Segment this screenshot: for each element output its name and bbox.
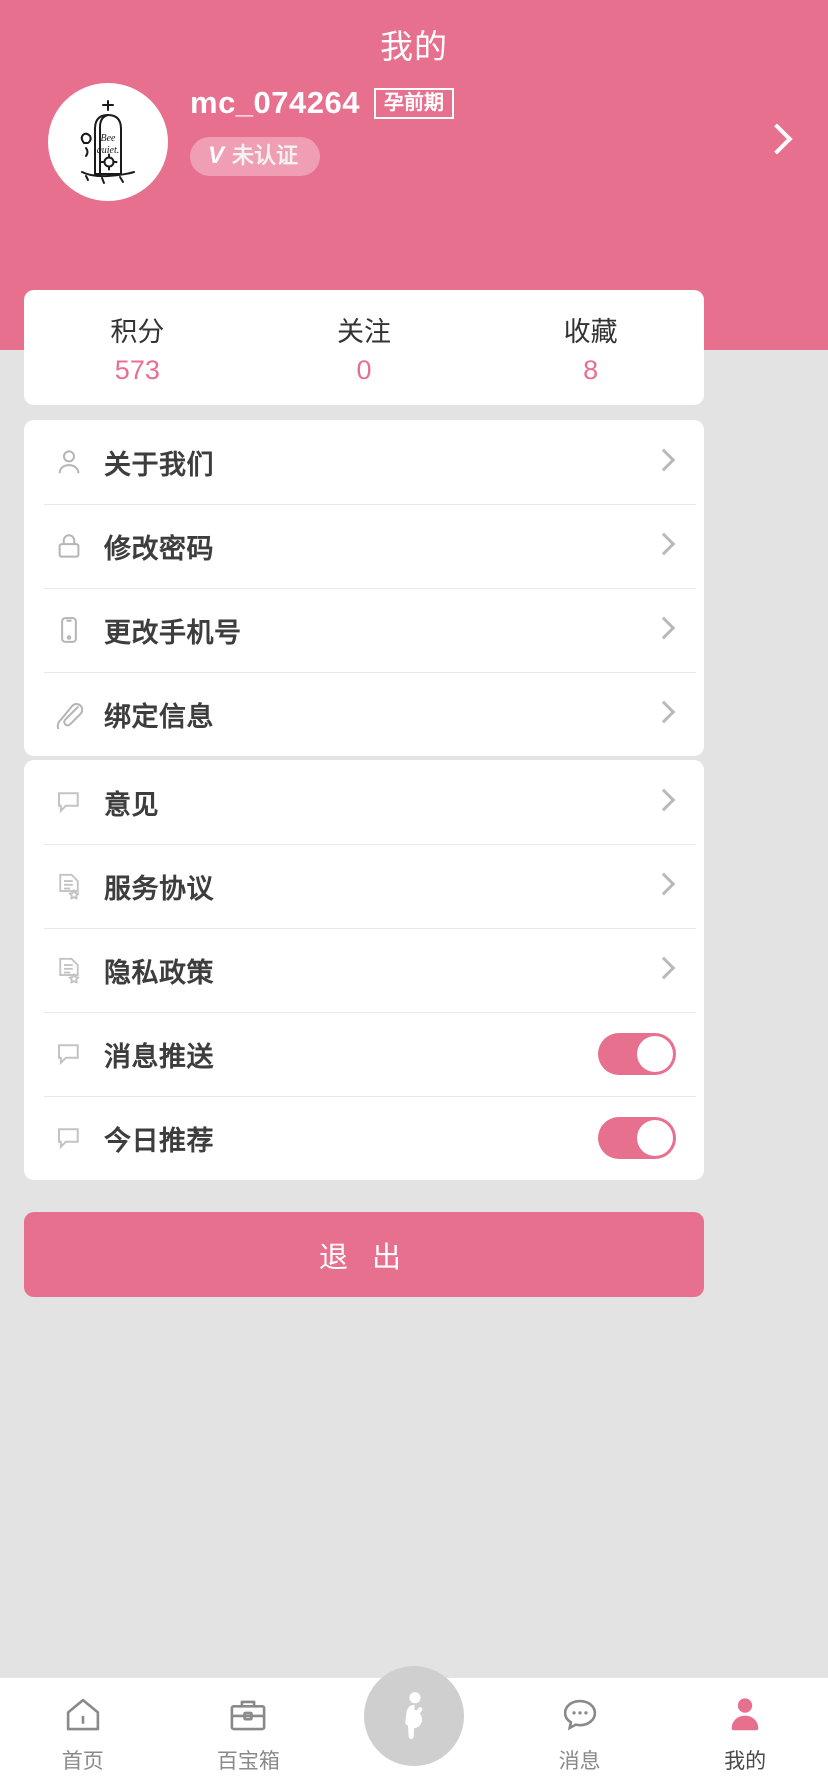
home-icon <box>62 1692 104 1738</box>
pregnant-woman-icon <box>363 1666 464 1766</box>
stat-value: 573 <box>114 354 160 385</box>
profile-summary[interactable]: Bee quiet. mc_074264 孕前期 V 未认证 <box>0 83 828 201</box>
stat-following[interactable]: 关注 0 <box>251 290 478 405</box>
toggle-knob <box>637 1120 673 1156</box>
menu-item-about-us[interactable]: 关于我们 <box>24 420 704 504</box>
document-star-icon <box>52 869 86 903</box>
account-menu-group: 关于我们 修改密码 更改手机号 绑定信息 <box>24 420 704 756</box>
phone-icon <box>52 613 86 647</box>
avatar[interactable]: Bee quiet. <box>48 83 168 201</box>
pregnancy-stage-badge: 孕前期 <box>374 87 454 119</box>
stat-favorites[interactable]: 收藏 8 <box>477 290 704 405</box>
stat-label: 收藏 <box>563 316 618 347</box>
menu-item-label: 绑定信息 <box>104 701 214 732</box>
stat-label: 积分 <box>110 316 165 347</box>
stat-points[interactable]: 积分 573 <box>24 290 251 405</box>
menu-item-change-phone[interactable]: 更改手机号 <box>24 588 704 672</box>
chat-bubble-icon <box>52 785 86 819</box>
user-profile-icon <box>724 1692 766 1738</box>
menu-item-binding-info[interactable]: 绑定信息 <box>24 672 704 756</box>
tab-messages[interactable]: 消息 <box>497 1678 663 1792</box>
menu-item-service-agreement[interactable]: 服务协议 <box>24 844 704 928</box>
menu-item-label: 关于我们 <box>104 449 214 480</box>
chevron-right-icon <box>652 532 676 556</box>
tab-label: 百宝箱 <box>216 1750 280 1773</box>
tab-label: 我的 <box>724 1750 767 1773</box>
profile-info: mc_074264 孕前期 V 未认证 <box>190 85 454 176</box>
menu-item-label: 今日推荐 <box>104 1125 214 1156</box>
stat-value: 8 <box>583 354 599 385</box>
menu-item-change-password[interactable]: 修改密码 <box>24 504 704 588</box>
paperclip-icon <box>52 697 86 731</box>
verified-v-icon: V <box>208 142 225 169</box>
stat-value: 0 <box>356 354 372 385</box>
chevron-right-icon <box>652 956 676 980</box>
toggle-message-push[interactable] <box>598 1033 676 1075</box>
svg-text:quiet.: quiet. <box>97 145 120 156</box>
menu-item-privacy-policy[interactable]: 隐私政策 <box>24 928 704 1012</box>
chevron-right-icon <box>652 872 676 896</box>
page-title: 我的 <box>380 28 448 65</box>
message-icon <box>559 1692 601 1738</box>
chevron-right-icon <box>652 616 676 640</box>
tab-toolbox[interactable]: 百宝箱 <box>166 1678 332 1792</box>
menu-item-label: 隐私政策 <box>104 957 214 988</box>
menu-item-daily-recommend[interactable]: 今日推荐 <box>24 1096 704 1180</box>
avatar-tombstone-drawing: Bee quiet. <box>80 100 135 184</box>
tab-label: 消息 <box>558 1750 601 1773</box>
menu-item-feedback[interactable]: 意见 <box>24 760 704 844</box>
chevron-right-icon <box>652 788 676 812</box>
stat-label: 关注 <box>337 316 391 347</box>
menu-item-label: 更改手机号 <box>104 617 242 648</box>
verification-label: 未认证 <box>232 143 299 168</box>
settings-menu-group: 意见 服务协议 隐私政策 消息推送 今日推荐 <box>24 760 704 1180</box>
stats-card: 积分 573 关注 0 收藏 8 <box>24 290 704 405</box>
svg-text:Bee: Bee <box>101 133 117 144</box>
menu-item-label: 消息推送 <box>104 1041 214 1072</box>
toggle-daily-recommend[interactable] <box>598 1117 676 1159</box>
toggle-knob <box>637 1036 673 1072</box>
person-icon <box>52 445 86 479</box>
tab-center-action[interactable] <box>331 1666 497 1792</box>
bottom-navigation: 首页 百宝箱 消息 我的 <box>0 1666 828 1792</box>
chat-bubble-icon <box>52 1121 86 1155</box>
chat-bubble-icon <box>52 1037 86 1071</box>
menu-item-label: 修改密码 <box>104 533 214 564</box>
tab-profile[interactable]: 我的 <box>662 1678 828 1792</box>
menu-item-message-push[interactable]: 消息推送 <box>24 1012 704 1096</box>
username: mc_074264 <box>190 85 360 120</box>
verification-badge[interactable]: V 未认证 <box>190 137 321 176</box>
logout-button[interactable]: 退 出 <box>24 1212 704 1297</box>
toolbox-icon <box>227 1692 269 1738</box>
document-star-icon <box>52 953 86 987</box>
chevron-right-icon <box>652 700 676 724</box>
menu-item-label: 意见 <box>104 789 159 820</box>
tab-home[interactable]: 首页 <box>0 1678 166 1792</box>
app-screen: 我的 Bee quiet. mc_074264 孕前期 V 未认证 积分 573… <box>0 0 828 1792</box>
chevron-right-icon <box>652 448 676 472</box>
lock-icon <box>52 529 86 563</box>
tab-label: 首页 <box>61 1750 104 1773</box>
menu-item-label: 服务协议 <box>104 873 214 904</box>
